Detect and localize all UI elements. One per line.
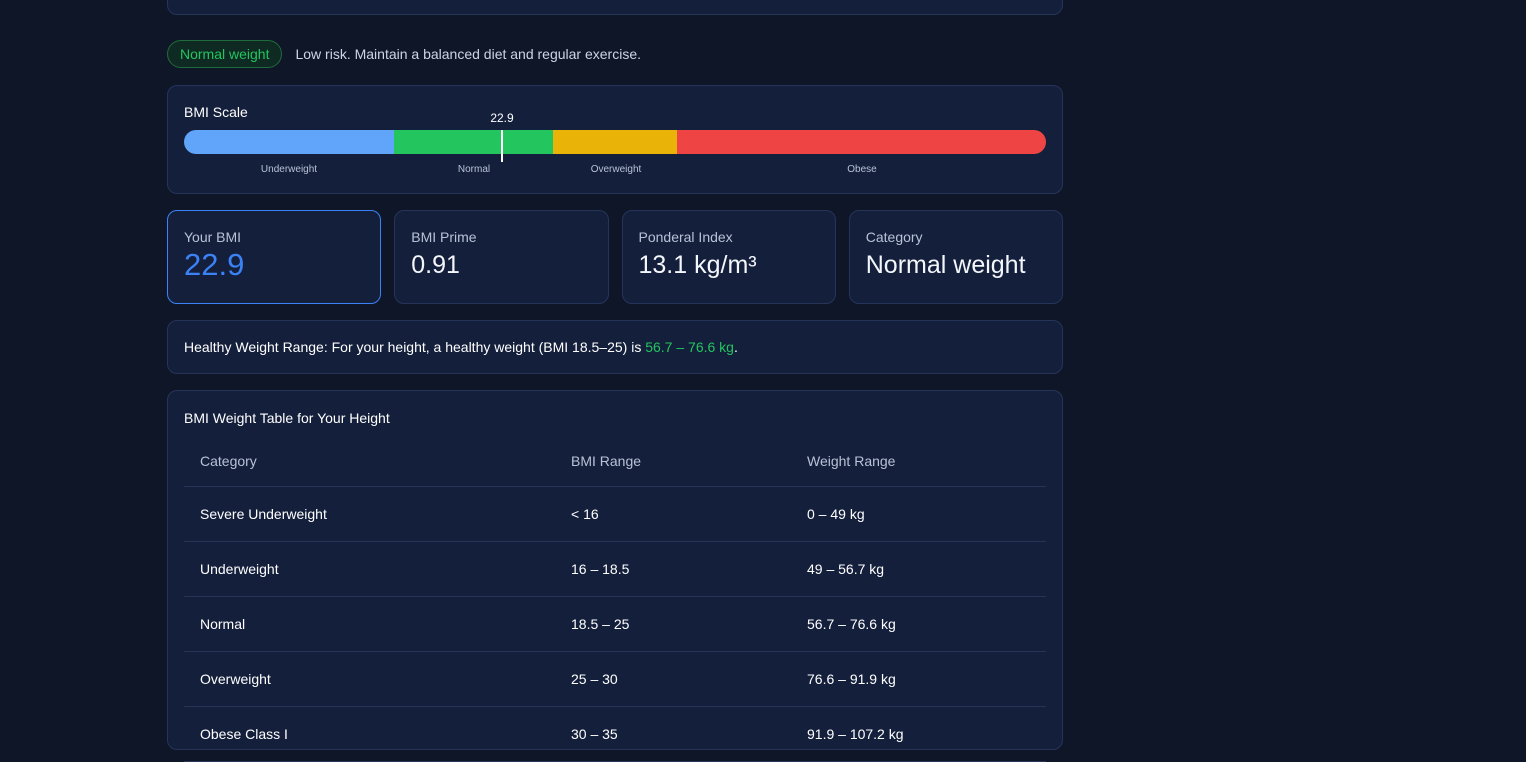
scale-label-overweight: Overweight [590, 164, 642, 175]
stat-card-ponderal-index: Ponderal Index 13.1 kg/m³ [621, 210, 836, 304]
table-row: Obese Class I 30 – 35 91.9 – 107.2 kg [184, 706, 1046, 762]
bmi-scale-card: BMI Scale 22.9 Underweight Normal Overwe… [167, 85, 1063, 194]
scale-bar [184, 130, 1046, 154]
cell-weight-range: 91.9 – 107.2 kg [791, 706, 1046, 762]
cell-category: Obese Class I [184, 706, 555, 762]
scale-segment-normal [394, 130, 553, 154]
stat-card-your-bmi: Your BMI 22.9 [167, 210, 382, 304]
scale-title: BMI Scale [184, 104, 248, 120]
stat-card-bmi-prime: BMI Prime 0.91 [394, 210, 609, 304]
table-row: Overweight 25 – 30 76.6 – 91.9 kg [184, 651, 1046, 707]
cell-category: Overweight [184, 651, 555, 707]
cell-weight-range: 56.7 – 76.6 kg [791, 596, 1046, 652]
cell-category: Underweight [184, 541, 555, 597]
previous-card [167, 0, 1063, 15]
stat-label: Category [865, 229, 923, 245]
bmi-weight-table: Category BMI Range Weight Range Severe U… [184, 436, 1046, 762]
healthy-range-suffix: . [733, 339, 738, 355]
stats-row: Your BMI 22.9 BMI Prime 0.91 Ponderal In… [167, 210, 1063, 304]
healthy-range-value: 56.7 – 76.6 kg [645, 339, 734, 355]
cell-weight-range: 0 – 49 kg [791, 486, 1046, 542]
cell-bmi-range: < 16 [555, 486, 791, 542]
bmi-marker-label: 22.9 [490, 111, 514, 125]
cell-weight-range: 76.6 – 91.9 kg [791, 651, 1046, 707]
table-row: Normal 18.5 – 25 56.7 – 76.6 kg [184, 596, 1046, 652]
cell-bmi-range: 16 – 18.5 [555, 541, 791, 597]
cell-weight-range: 49 – 56.7 kg [791, 541, 1046, 597]
scale-segment-overweight [553, 130, 677, 154]
scale-segment-underweight [184, 130, 394, 154]
stat-value: 22.9 [184, 247, 245, 282]
stat-value: 0.91 [411, 251, 460, 279]
stat-label: Your BMI [184, 229, 242, 245]
scale-label-obese: Obese [847, 164, 877, 175]
bmi-table-card: BMI Weight Table for Your Height Categor… [167, 390, 1063, 762]
stat-card-category: Category Normal weight [848, 210, 1063, 304]
table-row: Underweight 16 – 18.5 49 – 56.7 kg [184, 541, 1046, 597]
scale-segment-obese [677, 130, 1046, 154]
table-title: BMI Weight Table for Your Height [184, 410, 390, 426]
cell-bmi-range: 30 – 35 [555, 706, 791, 762]
scale-label-underweight: Underweight [260, 164, 318, 175]
healthy-range-card: Healthy Weight Range: For your height, a… [167, 320, 1063, 374]
column-header-weight-range: Weight Range [791, 436, 1046, 487]
table-header-row: Category BMI Range Weight Range [184, 436, 1046, 487]
cell-bmi-range: 18.5 – 25 [555, 596, 791, 652]
risk-message: Low risk. Maintain a balanced diet and r… [295, 46, 642, 62]
scale-label-normal: Normal [457, 164, 491, 175]
stat-label: Ponderal Index [638, 229, 733, 245]
category-badge: Normal weight [167, 40, 283, 68]
status-row: Normal weight Low risk. Maintain a balan… [167, 39, 641, 69]
stat-value: 13.1 kg/m³ [638, 251, 757, 279]
healthy-range-prefix: Healthy Weight Range: For your height, a… [184, 339, 642, 355]
table-row: Severe Underweight < 16 0 – 49 kg [184, 486, 1046, 542]
stat-value: Normal weight [865, 251, 1026, 279]
cell-category: Severe Underweight [184, 486, 555, 542]
column-header-category: Category [184, 436, 555, 487]
cell-category: Normal [184, 596, 555, 652]
stat-label: BMI Prime [411, 229, 477, 245]
column-header-bmi-range: BMI Range [555, 436, 791, 487]
bmi-marker [501, 130, 503, 162]
cell-bmi-range: 25 – 30 [555, 651, 791, 707]
